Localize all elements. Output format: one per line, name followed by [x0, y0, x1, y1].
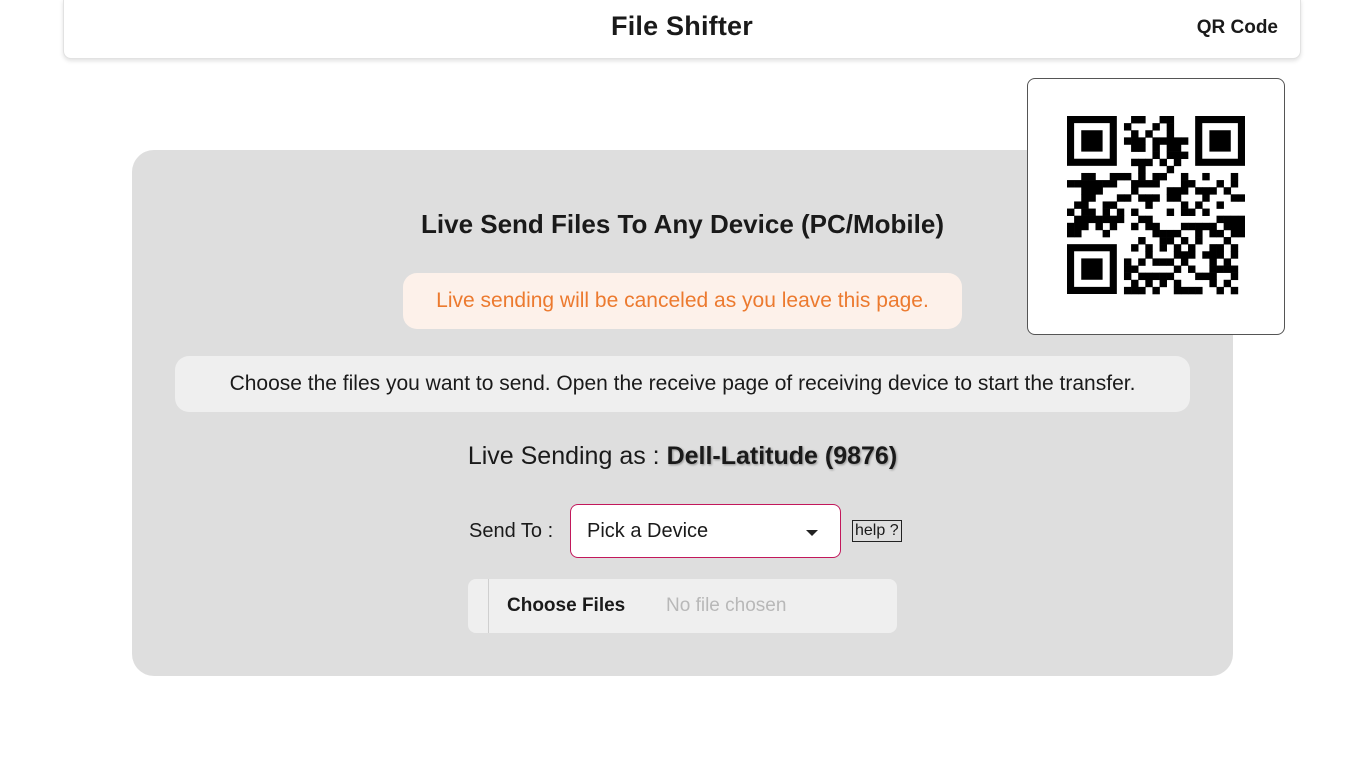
device-name: Dell-Latitude (9876)	[666, 442, 898, 470]
sending-as-line: Live Sending as : Dell-Latitude (9876)	[132, 442, 1233, 471]
qr-code-popup	[1027, 78, 1285, 335]
device-select[interactable]: Pick a Device	[570, 504, 841, 558]
choose-files-button[interactable]: Choose Files	[488, 579, 643, 633]
top-bar: File Shifter QR Code	[63, 0, 1301, 59]
sending-as-label: Live Sending as :	[467, 442, 660, 470]
device-select-value: Pick a Device	[587, 520, 709, 542]
qr-code-icon	[1067, 116, 1245, 295]
app-title: File Shifter	[611, 11, 753, 41]
leave-page-warning: Live sending will be canceled as you lea…	[403, 273, 962, 329]
file-status: No file chosen	[666, 595, 787, 616]
file-input[interactable]: Choose Files No file chosen	[468, 579, 897, 633]
instructions-text: Choose the files you want to send. Open …	[175, 356, 1190, 412]
send-to-label: Send To :	[469, 520, 554, 542]
chevron-down-icon	[806, 530, 818, 536]
qr-code-link[interactable]: QR Code	[1197, 17, 1278, 39]
help-button[interactable]: help ?	[852, 520, 902, 542]
